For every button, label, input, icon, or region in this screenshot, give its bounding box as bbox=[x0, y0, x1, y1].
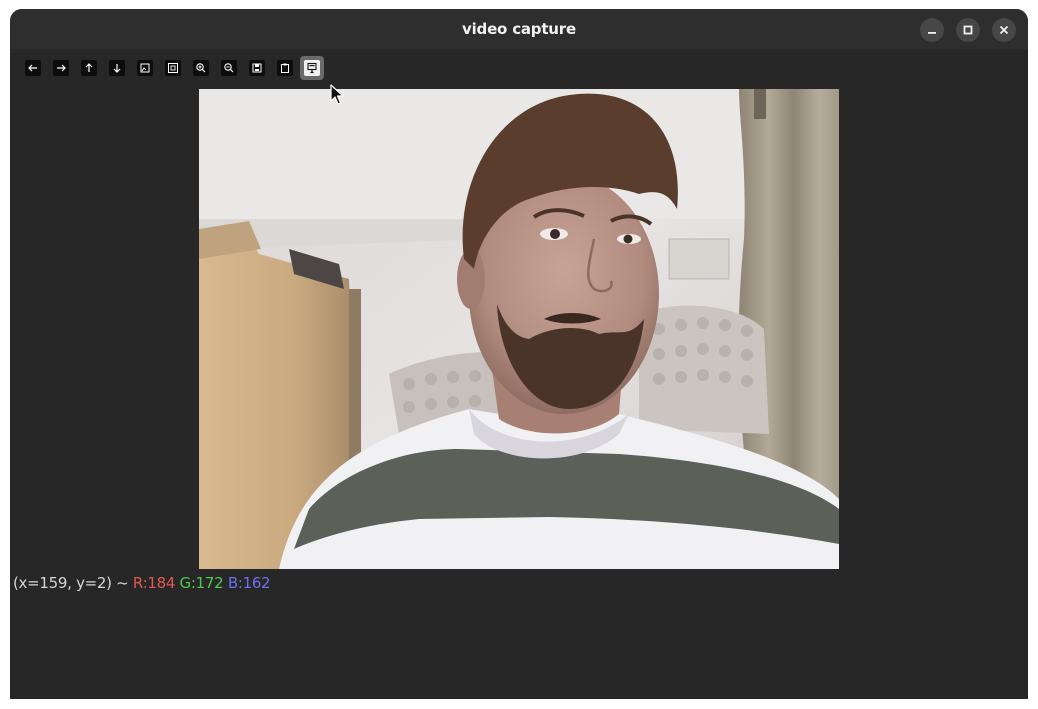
pixel-status-bar: (x=159, y=2) ~ R:184 G:172 B:162 bbox=[13, 574, 271, 592]
close-button[interactable] bbox=[992, 18, 1016, 42]
red-value: R:184 bbox=[132, 574, 176, 592]
maximize-button[interactable] bbox=[956, 18, 980, 42]
arrow-left-icon bbox=[28, 64, 37, 72]
video-frame[interactable] bbox=[199, 89, 839, 569]
pixel-coordinates: (x=159, y=2) ~ bbox=[13, 574, 129, 592]
arrow-right-icon bbox=[57, 64, 66, 72]
maximize-icon bbox=[963, 25, 973, 35]
pan-right-button[interactable] bbox=[50, 57, 72, 79]
blue-value: B:162 bbox=[227, 574, 271, 592]
copy-clipboard-button[interactable] bbox=[274, 57, 296, 79]
properties-icon bbox=[307, 62, 317, 74]
pan-left-button[interactable] bbox=[22, 57, 44, 79]
window-title: video capture bbox=[462, 20, 576, 38]
green-value: G:172 bbox=[179, 574, 224, 592]
close-icon bbox=[999, 25, 1009, 35]
zoom-in-icon bbox=[196, 63, 206, 73]
zoom-fit-button[interactable] bbox=[162, 57, 184, 79]
app-window: video capture (x=159, y=2) ~ R:184 G:172… bbox=[10, 9, 1028, 699]
image-fit-icon bbox=[168, 63, 178, 73]
image-icon bbox=[140, 63, 150, 73]
zoom-out-icon bbox=[224, 63, 234, 73]
mouse-pointer-icon bbox=[330, 84, 344, 110]
save-icon bbox=[252, 63, 262, 73]
arrow-up-icon bbox=[85, 63, 93, 72]
zoom-in-button[interactable] bbox=[190, 57, 212, 79]
title-bar[interactable]: video capture bbox=[10, 9, 1028, 49]
webcam-image bbox=[199, 89, 839, 569]
zoom-original-button[interactable] bbox=[134, 57, 156, 79]
pan-up-button[interactable] bbox=[78, 57, 100, 79]
properties-button[interactable] bbox=[300, 56, 324, 80]
pan-down-button[interactable] bbox=[106, 57, 128, 79]
minimize-icon bbox=[928, 32, 936, 34]
save-image-button[interactable] bbox=[246, 57, 268, 79]
arrow-down-icon bbox=[113, 64, 121, 73]
minimize-button[interactable] bbox=[920, 18, 944, 42]
zoom-out-button[interactable] bbox=[218, 57, 240, 79]
clipboard-icon bbox=[281, 63, 289, 73]
